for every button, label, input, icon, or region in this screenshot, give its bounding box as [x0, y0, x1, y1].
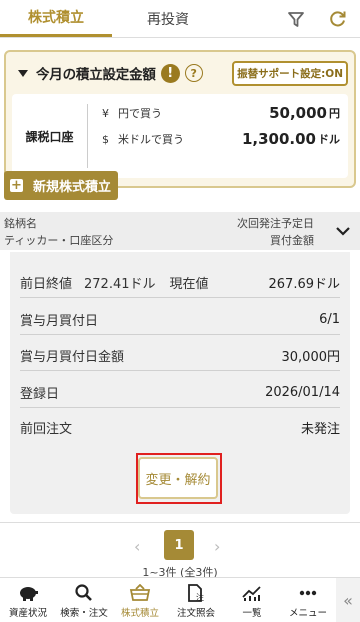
- current-price-label: 現在値: [169, 277, 209, 292]
- tab-stock-accumulation[interactable]: 株式積立: [0, 0, 112, 37]
- usd-amount: 1,300.00: [241, 130, 316, 148]
- header-purchase-amount: 買付金額: [270, 234, 314, 247]
- pagination: ‹ 1 › 1~3件 (全3件): [0, 522, 360, 579]
- usd-label: 米ドルで買う: [118, 133, 184, 146]
- jpy-amount-row: ¥ 円で買う 50,000 円: [102, 100, 340, 126]
- order-document-icon: 注: [185, 584, 207, 605]
- dollar-icon: $: [102, 132, 109, 146]
- transfer-support-button[interactable]: 振替サポート設定:ON: [232, 60, 348, 86]
- detail-row-label: 賞与月買付日金額: [20, 350, 125, 365]
- top-actions: [224, 0, 360, 37]
- prev-close-label: 前日終値: [20, 277, 73, 292]
- basket-icon: [129, 584, 151, 605]
- doc-glyph: 注: [196, 592, 204, 602]
- top-tab-bar: 株式積立 再投資: [0, 0, 360, 38]
- detail-row-value: 6/1: [319, 312, 340, 327]
- detail-row-label: 前回注文: [20, 421, 73, 437]
- new-stock-accumulation-button[interactable]: + 新規株式積立: [4, 171, 118, 200]
- refresh-icon[interactable]: [328, 9, 348, 29]
- detail-row-value: 2026/01/14: [265, 385, 340, 400]
- detail-row-value: 未発注: [300, 421, 340, 437]
- nav-stock-accumulation[interactable]: 株式積立: [112, 578, 168, 622]
- price-row: 前日終値 272.41ドル 現在値 267.69ドル: [20, 268, 340, 298]
- new-stock-accumulation-label: 新規株式積立: [33, 180, 112, 195]
- nav-label: 注文照会: [176, 608, 215, 619]
- nav-asset-status[interactable]: 資産状況: [0, 578, 56, 622]
- search-icon: [74, 584, 94, 605]
- accumulation-detail-panel: 前日終値 272.41ドル 現在値 267.69ドル 賞与月買付日 6/1 賞与…: [10, 252, 350, 514]
- change-cancel-button[interactable]: 変更・解約: [138, 457, 218, 499]
- nav-search-order[interactable]: 検索・注文: [56, 578, 112, 622]
- detail-row: 賞与月買付日金額 30,000円: [20, 341, 340, 371]
- nav-list[interactable]: 一覧: [224, 578, 280, 622]
- warning-icon[interactable]: !: [160, 63, 180, 83]
- nav-label: 一覧: [242, 608, 262, 619]
- monthly-setting-title: 今月の積立設定金額: [36, 67, 156, 83]
- piggy-bank-icon: [17, 584, 39, 605]
- collapse-nav-icon[interactable]: «: [336, 578, 360, 622]
- filter-icon[interactable]: [286, 9, 306, 29]
- detail-row: 賞与月買付日 6/1: [20, 305, 340, 335]
- help-icon[interactable]: ?: [184, 64, 203, 82]
- monthly-setting-card: 今月の積立設定金額 ! ? 振替サポート設定:ON 課税口座 ¥ 円で買う 50…: [4, 50, 356, 188]
- detail-row-value: 30,000円: [281, 350, 341, 365]
- detail-row-label: 賞与月買付日: [20, 314, 99, 329]
- jpy-label: 円で買う: [118, 107, 162, 120]
- header-ticker-account: ティッカー・口座区分: [4, 234, 114, 247]
- plus-icon: +: [10, 178, 23, 193]
- chart-icon: [241, 584, 263, 605]
- nav-label: 株式積立: [120, 608, 159, 619]
- usd-unit: ドル: [318, 133, 340, 146]
- collapse-triangle-icon[interactable]: [18, 69, 28, 77]
- tab-reinvestment[interactable]: 再投資: [112, 0, 224, 37]
- detail-row-label: 登録日: [20, 387, 60, 402]
- jpy-amount: 50,000: [269, 104, 327, 122]
- header-next-order-date: 次回発注予定日: [237, 217, 314, 230]
- menu-dots-icon: [297, 584, 319, 605]
- monthly-amount-panel: 課税口座 ¥ 円で買う 50,000 円 $ 米ドルで買う 1,300.00 ド…: [12, 94, 348, 178]
- next-page-icon[interactable]: ›: [214, 537, 220, 556]
- usd-amount-row: $ 米ドルで買う 1,300.00 ドル: [102, 126, 340, 152]
- current-price-value: 267.69ドル: [268, 277, 341, 292]
- monthly-setting-header[interactable]: 今月の積立設定金額 ! ? 振替サポート設定:ON: [6, 52, 354, 94]
- account-type-label: 課税口座: [12, 104, 88, 168]
- bottom-navigation: 資産状況 検索・注文 株式積立 注 注文照会 一覧 メニュー «: [0, 577, 360, 622]
- chevron-down-icon[interactable]: [334, 222, 352, 244]
- jpy-unit: 円: [329, 107, 340, 120]
- detail-row: 登録日 2026/01/14: [20, 378, 340, 408]
- nav-label: 資産状況: [8, 608, 47, 619]
- nav-menu[interactable]: メニュー: [280, 578, 336, 622]
- yen-icon: ¥: [102, 106, 109, 120]
- nav-label: 検索・注文: [60, 608, 108, 619]
- nav-order-inquiry[interactable]: 注 注文照会: [168, 578, 224, 622]
- page-number-button[interactable]: 1: [164, 530, 194, 560]
- prev-close-value: 272.41ドル: [84, 277, 156, 292]
- list-header: 銘柄名 ティッカー・口座区分 次回発注予定日 買付金額: [0, 212, 360, 250]
- header-stock-name: 銘柄名: [4, 217, 37, 230]
- prev-page-icon[interactable]: ‹: [134, 537, 140, 556]
- detail-row: 前回注文 未発注: [20, 412, 340, 442]
- nav-label: メニュー: [288, 608, 327, 619]
